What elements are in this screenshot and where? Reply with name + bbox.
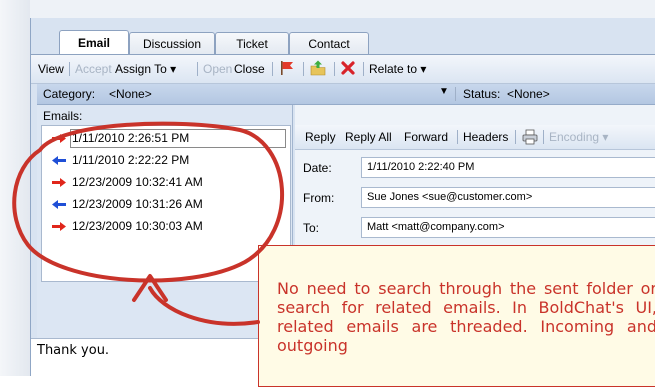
message-toolbar: Reply Reply All Forward Headers Encoding…	[295, 125, 655, 150]
tab-contact[interactable]: Contact	[289, 32, 369, 55]
emails-pane: Emails: 1/11/2010 2:26:51 PM 1/11/2010 2…	[31, 105, 293, 379]
annotation-callout: No need to search through the sent folde…	[258, 245, 655, 387]
view-button[interactable]: View	[38, 62, 64, 76]
email-list: 1/11/2010 2:26:51 PM 1/11/2010 2:22:22 P…	[41, 125, 291, 282]
chevron-down-icon: ▾	[602, 130, 609, 144]
close-button[interactable]: Close	[234, 62, 265, 76]
from-field[interactable]: Sue Jones <sue@customer.com>	[361, 187, 655, 208]
main-toolbar: View Accept Assign To ▾ Open Close Relat…	[31, 55, 655, 84]
reply-all-button[interactable]: Reply All	[345, 130, 392, 144]
desktop-background	[0, 0, 30, 376]
list-item[interactable]: 12/23/2009 10:32:41 AM	[42, 172, 288, 193]
date-label: Date:	[303, 161, 332, 175]
status-label: Status:	[463, 87, 501, 101]
relate-to-button[interactable]: Relate to ▾	[369, 62, 426, 76]
incoming-arrow-icon	[52, 156, 66, 165]
list-item[interactable]: 1/11/2010 2:22:22 PM	[42, 150, 288, 171]
from-label: From:	[303, 191, 335, 205]
accept-button[interactable]: Accept	[75, 62, 112, 76]
category-label: Category:	[43, 87, 96, 101]
category-dropdown[interactable]: <None>	[109, 87, 152, 101]
print-icon[interactable]	[522, 129, 538, 145]
chevron-down-icon[interactable]: ▼	[439, 86, 449, 97]
list-item[interactable]: 1/11/2010 2:26:51 PM	[42, 128, 288, 149]
open-button[interactable]: Open	[203, 62, 232, 76]
window-top-strip	[30, 0, 655, 19]
toolbar-separator	[303, 62, 304, 76]
date-field[interactable]: 1/11/2010 2:22:40 PM	[361, 157, 655, 178]
forward-button[interactable]: Forward	[404, 130, 448, 144]
callout-text: No need to search through the sent folde…	[277, 279, 655, 355]
to-field[interactable]: Matt <matt@company.com>	[361, 217, 655, 238]
tab-email[interactable]: Email	[59, 30, 129, 56]
toolbar-separator	[515, 130, 516, 144]
toolbar-separator	[334, 62, 335, 76]
reply-button[interactable]: Reply	[305, 130, 336, 144]
toolbar-separator	[457, 130, 458, 144]
incoming-arrow-icon	[52, 200, 66, 209]
list-item[interactable]: 12/23/2009 10:30:03 AM	[42, 216, 288, 237]
toolbar-separator	[543, 130, 544, 144]
toolbar-separator	[363, 62, 364, 76]
headers-button[interactable]: Headers	[463, 130, 508, 144]
flag-icon[interactable]	[279, 60, 295, 76]
status-dropdown[interactable]: <None>	[507, 87, 550, 101]
toolbar-separator	[272, 62, 273, 76]
outgoing-arrow-icon	[52, 222, 66, 231]
toolbar-separator	[455, 87, 456, 101]
chevron-down-icon: ▾	[170, 62, 177, 76]
toolbar-separator	[69, 62, 70, 76]
to-label: To:	[303, 221, 320, 235]
list-item[interactable]: 12/23/2009 10:31:26 AM	[42, 194, 288, 215]
toolbar-separator	[197, 62, 198, 76]
encoding-button[interactable]: Encoding ▾	[549, 130, 608, 144]
tab-discussion[interactable]: Discussion	[129, 32, 215, 55]
emails-label: Emails:	[43, 109, 83, 123]
message-body-preview: Thank you.	[31, 338, 292, 379]
assign-to-button[interactable]: Assign To ▾	[115, 62, 176, 76]
outgoing-arrow-icon	[52, 178, 66, 187]
chevron-down-icon: ▾	[420, 62, 427, 76]
tab-ticket[interactable]: Ticket	[215, 32, 289, 55]
delete-icon[interactable]	[340, 60, 356, 76]
upload-folder-icon[interactable]	[310, 60, 326, 76]
outgoing-arrow-icon	[52, 134, 66, 143]
category-status-bar: Category: <None> ▼ Status: <None>	[37, 84, 655, 105]
